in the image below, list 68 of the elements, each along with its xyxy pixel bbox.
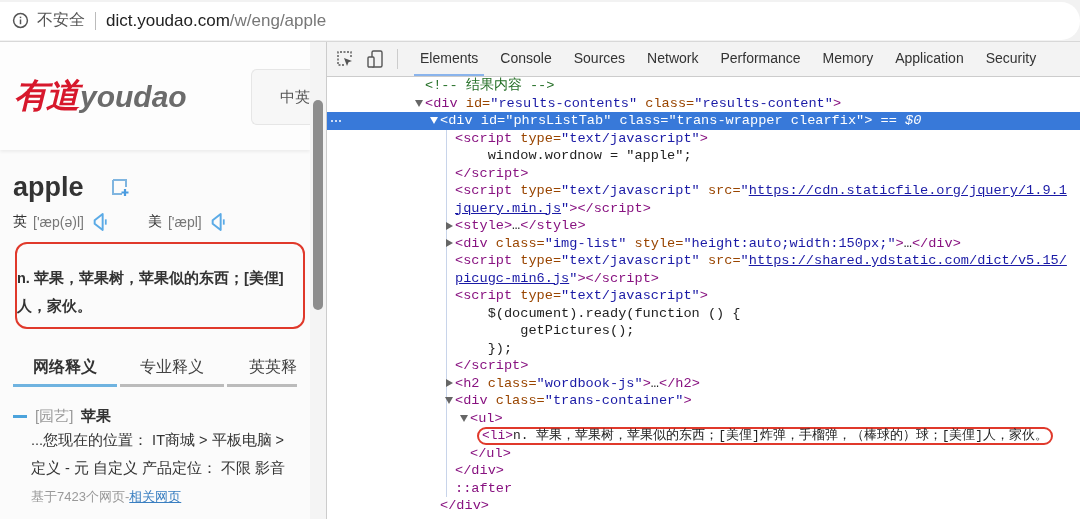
code-line[interactable]: </div>	[327, 462, 1080, 480]
code-line[interactable]: </script>	[327, 164, 1080, 182]
link[interactable]: 相关网页	[129, 489, 182, 504]
tab[interactable]: Application	[889, 42, 970, 76]
device-icon[interactable]	[365, 49, 385, 69]
code-line[interactable]: getPictures();	[327, 322, 1080, 340]
triangle-right-icon[interactable]	[446, 221, 453, 230]
language-selector[interactable]: 中英	[251, 69, 310, 125]
code-line[interactable]: <!-- 结果内容 -->	[327, 77, 1080, 95]
example-text: 定义 - 元 自定义 产品定位： 不限 影音	[31, 459, 286, 478]
headword: apple	[13, 171, 84, 203]
inspect-icon[interactable]	[335, 49, 355, 69]
add-to-wordbook-icon[interactable]	[109, 176, 132, 198]
address-bar[interactable]: 不安全 dict.youdao.com/w/eng/apple	[0, 1, 1080, 40]
definition-text: 人，家伙。	[17, 297, 93, 316]
security-status: 不安全	[37, 10, 85, 30]
tab[interactable]: Elements	[414, 42, 485, 76]
code-line[interactable]: <div class="img-list" style="height:auto;width:150px;">…</div>	[327, 234, 1080, 252]
link[interactable]: picugc-min6.js	[455, 269, 570, 287]
triangle-down-icon[interactable]	[445, 397, 453, 405]
domain-label: [园艺]	[35, 407, 74, 426]
tab[interactable]: 专业释义	[120, 351, 224, 387]
code-line[interactable]: <style>…</style>	[327, 217, 1080, 235]
tab[interactable]: Performance	[714, 42, 807, 76]
scrollbar-thumb[interactable]	[313, 100, 323, 310]
code-line[interactable]: jquery.min.js"></script>	[327, 199, 1080, 217]
tab[interactable]: 网络释义	[13, 351, 117, 387]
pronunciation-region: 美	[147, 213, 162, 231]
tab[interactable]: Memory	[816, 42, 880, 76]
phonetic: ['æpl]	[167, 214, 202, 230]
code-line[interactable]: <li>n. 苹果，苹果树，苹果似的东西；[美俚]炸弹，手榴弹，（棒球的）球；[美俚]人，家伙。	[327, 427, 1080, 445]
code-line[interactable]: </div>	[327, 497, 1080, 515]
code-line[interactable]: <script type="text/javascript">	[327, 129, 1080, 147]
code-line[interactable]: $(document).ready(function () {	[327, 304, 1080, 322]
logo[interactable]: 有道youdao	[14, 73, 187, 119]
link[interactable]: jquery.min.js	[455, 199, 562, 217]
tab[interactable]: Console	[494, 42, 558, 76]
code-line[interactable]: window.wordnow = "apple";	[327, 147, 1080, 165]
code-line[interactable]: </ul>	[327, 444, 1080, 462]
url-domain: dict.youdao.com	[106, 10, 230, 31]
pronunciation-region: 英	[13, 213, 27, 231]
link[interactable]: https://cdn.staticfile.org/jquery/1.9.1	[748, 182, 1067, 200]
code-line[interactable]: <ul>	[327, 409, 1080, 427]
url-path: /w/eng/apple	[229, 10, 327, 31]
triangle-right-icon[interactable]	[446, 379, 453, 388]
code-line[interactable]: <div class="trans-container">	[327, 392, 1080, 410]
phonetic: ['æp(ə)l]	[33, 214, 84, 230]
source-count: 基于7423个网页-	[31, 489, 130, 504]
info-icon[interactable]	[12, 12, 29, 29]
dash-icon	[13, 415, 27, 418]
example-text: ...您现在的位置： IT商城 > 平板电脑 >	[31, 431, 286, 450]
code-line[interactable]: picugc-min6.js"></script>	[327, 269, 1080, 287]
code-line[interactable]: <script type="text/javascript">	[327, 287, 1080, 305]
code-line[interactable]: ::after	[327, 479, 1080, 497]
tab[interactable]: Network	[641, 42, 705, 76]
code-line[interactable]: <script type="text/javascript" src="https://cdn.staticfile.org/jquery/1.9.1	[327, 182, 1080, 200]
triangle-down-icon[interactable]	[460, 414, 468, 422]
code-line[interactable]: </script>	[327, 357, 1080, 375]
code-line[interactable]: });	[327, 339, 1080, 357]
code-line[interactable]: <h2 class="wordbook-js">…</h2>	[327, 374, 1080, 392]
code-line[interactable]: <script type="text/javascript" src="https://shared.ydstatic.com/dict/v5.15/	[327, 252, 1080, 270]
term: 苹果	[81, 407, 112, 426]
tab[interactable]: Sources	[567, 42, 632, 76]
triangle-right-icon[interactable]	[446, 239, 453, 248]
tab[interactable]: Security	[979, 42, 1043, 76]
definition-text: n. 苹果，苹果树，苹果似的东西；[美俚]	[17, 269, 285, 288]
tab[interactable]: 英英释	[227, 351, 297, 387]
link[interactable]: https://shared.ydstatic.com/dict/v5.15/	[748, 252, 1067, 270]
